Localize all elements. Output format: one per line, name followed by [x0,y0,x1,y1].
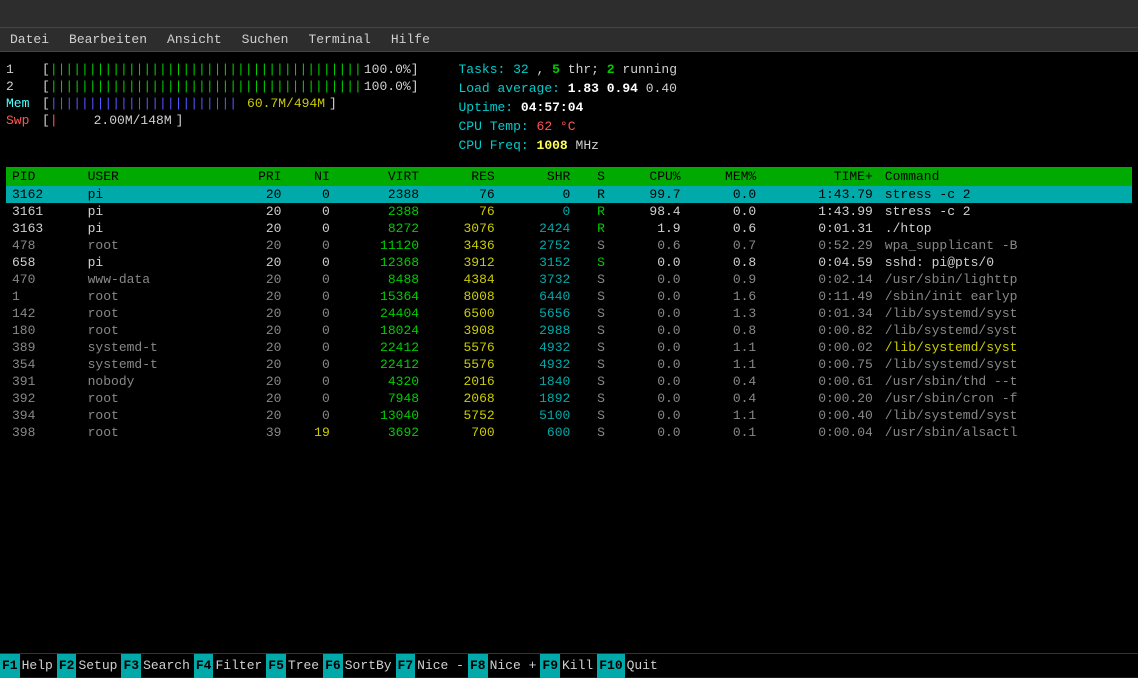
table-row[interactable]: 142root2002440465005656S0.01.30:01.34/li… [6,305,1132,322]
titlebar [0,0,1138,28]
cpu-meters: 1 [ ||||||||||||||||||||||||||||||||||||… [6,62,419,157]
col-header-res: RES [425,167,501,186]
table-row[interactable]: 658pi2001236839123152S0.00.80:04.59sshd:… [6,254,1132,271]
funckey-f6[interactable]: F6SortBy [323,654,395,678]
load-row: Load average: 1.83 0.94 0.40 [459,81,1133,96]
cpu1-value: 100.0% [364,62,411,77]
funckey-f10[interactable]: F10Quit [597,654,662,678]
table-row[interactable]: 478root2001112034362752S0.60.70:52.29wpa… [6,237,1132,254]
process-table: PID USER PRI NI VIRT RES SHR S CPU% MEM%… [6,167,1132,441]
cpu2-label: 2 [6,79,42,94]
funckey-f9[interactable]: F9Kill [540,654,597,678]
col-header-pid: PID [6,167,82,186]
table-row[interactable]: 470www-data200848843843732S0.00.90:02.14… [6,271,1132,288]
swp-value: 2.00M/148M [60,113,176,128]
funckey-f4[interactable]: F4Filter [194,654,266,678]
table-row[interactable]: 3162pi2002388760R99.70.01:43.79stress -c… [6,186,1132,203]
cpu1-label: 1 [6,62,42,77]
cpu2-bar: |||||||||||||||||||||||||||||||||||||||| [50,79,362,94]
uptime-row: Uptime: 04:57:04 [459,100,1133,115]
col-header-time: TIME+ [762,167,879,186]
table-row[interactable]: 392root200794820681892S0.00.40:00.20/usr… [6,390,1132,407]
menu-ansicht[interactable]: Ansicht [163,32,226,47]
mem-value: 60.7M/494M [239,96,329,111]
mem-label: Mem [6,96,42,111]
funckey-f7[interactable]: F7Nice - [396,654,468,678]
cpu1-bar: |||||||||||||||||||||||||||||||||||||||| [50,62,362,77]
table-row[interactable]: 3163pi200827230762424R1.90.60:01.31./hto… [6,220,1132,237]
table-row[interactable]: 354systemd-t2002241255764932S0.01.10:00.… [6,356,1132,373]
col-header-pri: PRI [226,167,288,186]
col-header-user: USER [82,167,226,186]
col-header-s: S [576,167,611,186]
col-header-shr: SHR [501,167,577,186]
funckey-f3[interactable]: F3Search [121,654,193,678]
funckey-f8[interactable]: F8Nice + [468,654,540,678]
menu-terminal[interactable]: Terminal [304,32,374,47]
menu-bearbeiten[interactable]: Bearbeiten [65,32,151,47]
funcbar: F1HelpF2SetupF3SearchF4FilterF5TreeF6Sor… [0,653,1138,677]
col-header-mem: MEM% [687,167,763,186]
table-header-row: PID USER PRI NI VIRT RES SHR S CPU% MEM%… [6,167,1132,186]
cpu-temp-row: CPU Temp: 62 °C [459,119,1133,134]
swp-bar: | [50,113,58,128]
col-header-command: Command [879,167,1132,186]
menu-suchen[interactable]: Suchen [238,32,293,47]
process-list: 3162pi2002388760R99.70.01:43.79stress -c… [6,186,1132,441]
swp-meter: Swp [ | 2.00M/148M ] [6,113,419,128]
col-header-virt: VIRT [336,167,425,186]
table-row[interactable]: 394root2001304057525100S0.01.10:00.40/li… [6,407,1132,424]
menubar: Datei Bearbeiten Ansicht Suchen Terminal… [0,28,1138,52]
col-header-ni: NI [287,167,335,186]
cpu-freq-row: CPU Freq: 1008 MHz [459,138,1133,153]
cpu2-value: 100.0% [364,79,411,94]
tasks-row: Tasks: 32 , 5 thr; 2 running [459,62,1133,77]
mem-meter: Mem [ |||||||||||||||||||||||| 60.7M/494… [6,96,419,111]
menu-hilfe[interactable]: Hilfe [387,32,434,47]
table-row[interactable]: 3161pi2002388760R98.40.01:43.99stress -c… [6,203,1132,220]
table-row[interactable]: 1root2001536480086440S0.01.60:11.49/sbin… [6,288,1132,305]
menu-datei[interactable]: Datei [6,32,53,47]
table-row[interactable]: 391nobody200432020161840S0.00.40:00.61/u… [6,373,1132,390]
funckey-f2[interactable]: F2Setup [57,654,122,678]
funckey-f1[interactable]: F1Help [0,654,57,678]
col-header-cpu: CPU% [611,167,687,186]
table-row[interactable]: 180root2001802439082988S0.00.80:00.82/li… [6,322,1132,339]
cpu1-meter: 1 [ ||||||||||||||||||||||||||||||||||||… [6,62,419,77]
table-row[interactable]: 398root39193692700600S0.00.10:00.04/usr/… [6,424,1132,441]
stats-section: 1 [ ||||||||||||||||||||||||||||||||||||… [6,56,1132,161]
right-stats: Tasks: 32 , 5 thr; 2 running Load averag… [439,62,1133,157]
mem-bar: |||||||||||||||||||||||| [50,96,237,111]
swp-label: Swp [6,113,42,128]
table-row[interactable]: 389systemd-t2002241255764932S0.01.10:00.… [6,339,1132,356]
main-content: 1 [ ||||||||||||||||||||||||||||||||||||… [0,52,1138,677]
cpu2-meter: 2 [ ||||||||||||||||||||||||||||||||||||… [6,79,419,94]
funckey-f5[interactable]: F5Tree [266,654,323,678]
